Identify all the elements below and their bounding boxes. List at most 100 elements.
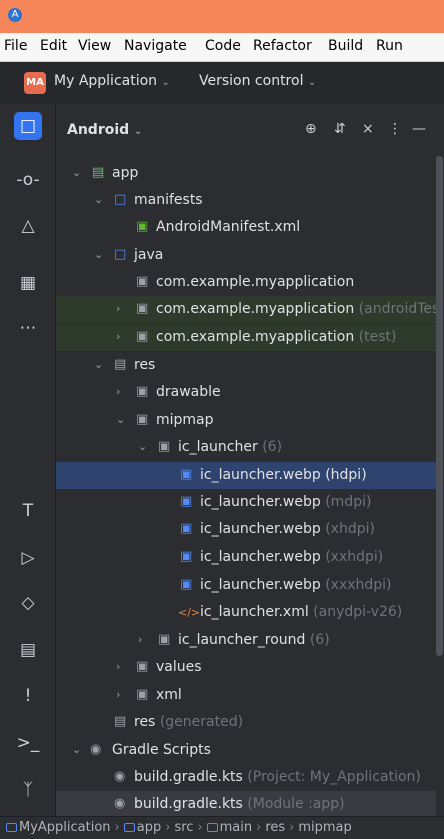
tree-node-suffix: (6) xyxy=(309,632,330,648)
project-tree: ⌄ ▤ app ⌄ □ manifests ▣ AndroidManifest.… xyxy=(56,156,436,816)
chevron-right-icon[interactable]: › xyxy=(116,385,120,398)
version-control-icon[interactable]: ᛉ xyxy=(14,776,42,804)
chevron-right-icon: › xyxy=(165,820,171,835)
tree-node-build-gradle-module[interactable]: ◉ build.gradle.kts (Module :app) xyxy=(56,791,436,816)
tree-node-ic-launcher-xxhdpi[interactable]: ▣ ic_launcher.webp (xxhdpi) xyxy=(56,544,436,571)
tree-node-label: mipmap xyxy=(156,412,214,428)
gradle-file-icon: ◉ xyxy=(114,796,126,811)
tree-node-ic-launcher-xhdpi[interactable]: ▣ ic_launcher.webp (xhdpi) xyxy=(56,516,436,543)
tree-node-label: manifests xyxy=(134,192,203,208)
menu-refactor[interactable]: Refactor xyxy=(253,38,312,54)
tree-node-suffix: (test) xyxy=(358,329,397,345)
tree-node-mipmap[interactable]: ⌄ ▣ mipmap xyxy=(56,407,436,434)
chevron-down-icon[interactable]: ⌄ xyxy=(94,193,103,206)
project-folder-icon[interactable]: □ xyxy=(14,112,42,140)
chevron-right-icon[interactable]: › xyxy=(138,633,142,646)
project-name: My Application xyxy=(54,73,158,89)
tree-node-suffix: (xxxhdpi) xyxy=(325,577,392,593)
package-icon: ▣ xyxy=(136,329,149,344)
image-file-icon: ▣ xyxy=(180,577,193,592)
chevron-down-icon[interactable]: ⌄ xyxy=(94,248,103,261)
breadcrumb-item[interactable]: MyApplication xyxy=(6,820,111,835)
tree-node-ic-launcher-hdpi[interactable]: ▣ ic_launcher.webp (hdpi) xyxy=(56,462,436,489)
tree-node-ic-launcher-mdpi[interactable]: ▣ ic_launcher.webp (mdpi) xyxy=(56,489,436,516)
expand-all-icon[interactable]: ⇵ xyxy=(334,121,346,137)
tree-node-label: res xyxy=(134,714,156,730)
breadcrumb-item[interactable]: main xyxy=(206,820,252,835)
tree-node-values[interactable]: › ▣ values xyxy=(56,654,436,681)
breadcrumb-item[interactable]: res xyxy=(265,820,285,835)
tree-node-build-gradle-project[interactable]: ◉ build.gradle.kts (Project: My_Applicat… xyxy=(56,764,436,791)
tree-node-res[interactable]: ⌄ ▤ res xyxy=(56,352,436,379)
menu-code[interactable]: Code xyxy=(205,38,241,54)
device-manager-icon[interactable]: ◇ xyxy=(14,589,42,617)
chevron-right-icon[interactable]: › xyxy=(116,688,120,701)
tree-node-package-main[interactable]: ▣ com.example.myapplication xyxy=(56,269,436,296)
chevron-down-icon[interactable]: ⌄ xyxy=(138,440,147,453)
tree-node-label: AndroidManifest.xml xyxy=(156,219,301,235)
view-selector[interactable]: Android ⌄ xyxy=(67,122,142,138)
logcat-cat-icon[interactable]: ▤ xyxy=(14,636,42,664)
tree-node-package-androidtest[interactable]: › ▣ com.example.myapplication (androidTe… xyxy=(56,296,436,323)
tree-node-app[interactable]: ⌄ ▤ app xyxy=(56,160,436,187)
tree-node-label: java xyxy=(134,247,164,263)
locate-target-icon[interactable]: ⊕ xyxy=(305,121,317,137)
chevron-right-icon[interactable]: › xyxy=(116,330,120,343)
problems-icon[interactable]: ! xyxy=(14,682,42,710)
tree-node-suffix: (6) xyxy=(262,439,283,455)
chevron-down-icon[interactable]: ⌄ xyxy=(94,358,103,371)
structure-icon[interactable]: ▦ xyxy=(14,269,42,297)
tree-node-ic-launcher-xml[interactable]: </> ic_launcher.xml (anydpi-v26) xyxy=(56,599,436,626)
tree-node-ic-launcher-xxxhdpi[interactable]: ▣ ic_launcher.webp (xxxhdpi) xyxy=(56,572,436,599)
tree-node-xml[interactable]: › ▣ xml xyxy=(56,682,436,709)
tree-scrollbar[interactable] xyxy=(436,156,443,656)
chevron-right-icon[interactable]: › xyxy=(116,660,120,673)
package-icon: ▣ xyxy=(158,439,171,454)
chevron-down-icon[interactable]: ⌄ xyxy=(116,413,125,426)
build-hammer-icon[interactable]: T xyxy=(14,497,42,525)
tree-node-label: com.example.myapplication xyxy=(156,329,355,345)
tree-node-suffix: (androidTes xyxy=(358,301,436,317)
menu-build[interactable]: Build xyxy=(328,38,363,54)
image-file-icon: ▣ xyxy=(180,467,193,482)
run-icon[interactable]: ▷ xyxy=(14,544,42,572)
image-file-icon: ▣ xyxy=(180,549,193,564)
menu-edit[interactable]: Edit xyxy=(40,38,67,54)
commit-icon[interactable]: -o- xyxy=(14,166,42,194)
breadcrumb-item[interactable]: mipmap xyxy=(298,820,351,835)
chevron-right-icon[interactable]: › xyxy=(116,302,120,315)
tree-node-manifests[interactable]: ⌄ □ manifests xyxy=(56,187,436,214)
chevron-down-icon[interactable]: ⌄ xyxy=(72,166,81,179)
tree-node-drawable[interactable]: › ▣ drawable xyxy=(56,379,436,406)
tree-node-ic-launcher[interactable]: ⌄ ▣ ic_launcher (6) xyxy=(56,434,436,461)
menu-run[interactable]: Run xyxy=(376,38,403,54)
project-selector[interactable]: My Application ⌄ xyxy=(54,73,170,89)
menu-view[interactable]: View xyxy=(78,38,111,54)
minimize-icon[interactable]: — xyxy=(412,121,426,137)
tree-node-java[interactable]: ⌄ □ java xyxy=(56,242,436,269)
menu-navigate[interactable]: Navigate xyxy=(124,38,187,54)
more-tools-icon[interactable]: ⋯ xyxy=(14,314,42,342)
chevron-down-icon[interactable]: ⌄ xyxy=(72,743,81,756)
tree-node-label: drawable xyxy=(156,384,221,400)
folder-icon: □ xyxy=(114,192,127,207)
collapse-all-icon[interactable]: × xyxy=(362,121,374,137)
breadcrumb-item[interactable]: src xyxy=(174,820,193,835)
tree-node-gradle-scripts[interactable]: ⌄ ◉ Gradle Scripts xyxy=(56,737,436,764)
main-toolbar: MA My Application ⌄ Version control ⌄ xyxy=(0,62,444,104)
chevron-right-icon: › xyxy=(289,820,295,835)
gradle-file-icon: ◉ xyxy=(114,769,126,784)
menu-file[interactable]: File xyxy=(4,38,27,54)
tree-node-ic-launcher-round[interactable]: › ▣ ic_launcher_round (6) xyxy=(56,627,436,654)
tree-node-package-test[interactable]: › ▣ com.example.myapplication (test) xyxy=(56,324,436,351)
manifest-file-icon: ▣ xyxy=(136,219,149,234)
terminal-icon[interactable]: >_ xyxy=(14,729,42,757)
tree-node-res-generated[interactable]: ▤ res (generated) xyxy=(56,709,436,736)
tree-node-androidmanifest[interactable]: ▣ AndroidManifest.xml xyxy=(56,214,436,241)
tree-node-suffix: (anydpi-v26) xyxy=(313,604,403,620)
project-badge[interactable]: MA xyxy=(24,72,46,94)
version-control-menu[interactable]: Version control ⌄ xyxy=(199,73,316,89)
resource-manager-icon[interactable]: △ xyxy=(14,212,42,240)
options-kebab-icon[interactable]: ⋮ xyxy=(388,121,402,137)
breadcrumb-item[interactable]: app xyxy=(123,820,161,835)
